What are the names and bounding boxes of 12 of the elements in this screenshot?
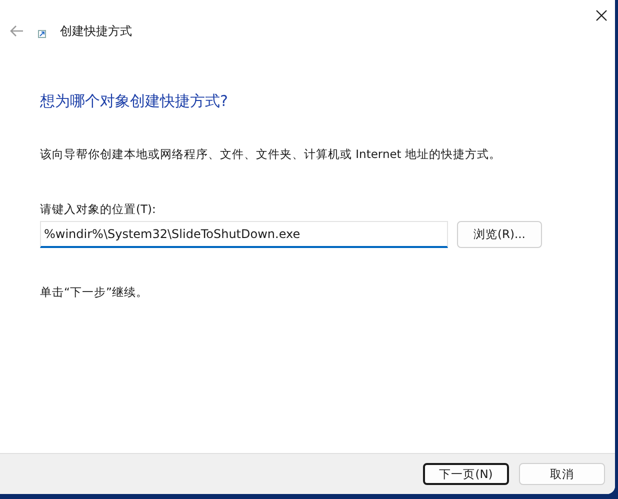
heading: 想为哪个对象创建快捷方式?	[40, 92, 229, 111]
shortcut-icon	[38, 30, 46, 38]
description-text: 该向导帮你创建本地或网络程序、文件、文件夹、计算机或 Internet 地址的快捷方式。	[40, 147, 502, 162]
hint-text: 单击“下一步”继续。	[40, 285, 149, 300]
browse-button[interactable]: 浏览(R)...	[457, 221, 542, 248]
next-button[interactable]: 下一页(N)	[423, 463, 509, 485]
field-label: 请键入对象的位置(T):	[40, 202, 157, 217]
back-button[interactable]	[8, 23, 26, 39]
window-title: 创建快捷方式	[60, 22, 132, 40]
close-button[interactable]	[596, 10, 607, 20]
cancel-button[interactable]: 取消	[519, 463, 605, 485]
location-field[interactable]: %windir%\System32\SlideToShutDown.exe	[40, 221, 448, 248]
